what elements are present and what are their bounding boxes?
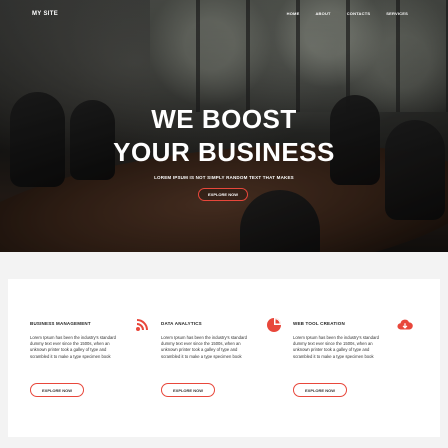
nav-about[interactable]: ABOUT [315, 11, 330, 16]
nav-home[interactable]: HOME [287, 11, 300, 16]
service-card: BUSINESS MANAGEMENT Lorem Ipsum has been… [30, 279, 152, 437]
service-description: Lorem Ipsum has been the industry's stan… [161, 335, 247, 359]
site-title[interactable]: MY SITE [32, 11, 58, 17]
hero-headline-line1: WE BOOST [151, 104, 297, 134]
pie-chart-icon [267, 318, 281, 332]
cloud-download-icon [397, 319, 413, 330]
hero-headline-line2: YOUR BUSINESS [113, 137, 335, 167]
service-title: WEB TOOL CREATION [293, 321, 345, 326]
service-title: DATA ANALYTICS [161, 321, 202, 326]
service-explore-button[interactable]: EXPLORE NOW [161, 383, 215, 397]
service-description: Lorem Ipsum has been the industry's stan… [293, 335, 379, 359]
services-panel: BUSINESS MANAGEMENT Lorem Ipsum has been… [8, 279, 440, 437]
hero-tagline: LOREM IPSUM IS NOT SIMPLY RANDOM TEXT TH… [154, 175, 294, 180]
service-card: DATA ANALYTICS Lorem Ipsum has been the … [161, 279, 283, 437]
wifi-signal-icon [136, 319, 148, 331]
service-explore-button[interactable]: EXPLORE NOW [30, 383, 84, 397]
hero-section: MY SITE HOME ABOUT CONTACTS SERVICES WE … [0, 0, 448, 252]
nav-services[interactable]: SERVICES [386, 11, 408, 16]
hero-explore-button[interactable]: EXPLORE NOW [198, 188, 248, 201]
service-explore-button[interactable]: EXPLORE NOW [293, 383, 347, 397]
service-card: WEB TOOL CREATION Lorem Ipsum has been t… [293, 279, 415, 437]
main-nav: HOME ABOUT CONTACTS SERVICES [287, 11, 408, 16]
service-description: Lorem Ipsum has been the industry's stan… [30, 335, 116, 359]
nav-contacts[interactable]: CONTACTS [347, 11, 371, 16]
service-title: BUSINESS MANAGEMENT [30, 321, 91, 326]
